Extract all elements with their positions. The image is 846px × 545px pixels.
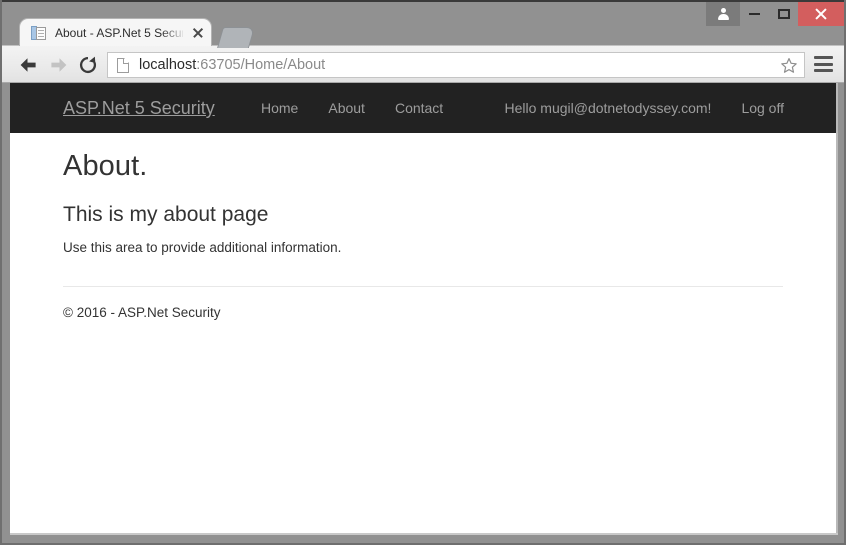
navbar-brand[interactable]: ASP.Net 5 Security (63, 83, 215, 133)
viewport-bottom-edge (10, 533, 838, 535)
bookmark-star-button[interactable] (780, 57, 798, 75)
profile-button[interactable] (706, 2, 740, 26)
new-tab-button[interactable] (216, 27, 256, 48)
close-window-button[interactable] (798, 2, 844, 26)
page-icon (117, 57, 129, 73)
nav-item-home[interactable]: Home (246, 83, 313, 133)
user-greeting-link[interactable]: Hello mugil@dotnetodyssey.com! (490, 83, 727, 133)
page-body-text: Use this area to provide additional info… (63, 240, 342, 255)
reload-button[interactable] (74, 51, 102, 79)
navbar-links: Home About Contact (246, 83, 458, 133)
back-arrow-icon (20, 58, 36, 72)
forward-arrow-icon (51, 58, 67, 72)
nav-item-about[interactable]: About (313, 83, 380, 133)
page-content: About. This is my about page Use this ar… (10, 133, 836, 320)
back-button[interactable] (14, 51, 42, 79)
url-path: :63705/Home/About (196, 57, 326, 73)
minimize-icon (749, 13, 760, 15)
tab-title: About - ASP.Net 5 Securit (55, 25, 183, 40)
minimize-button[interactable] (740, 2, 769, 26)
window-controls (706, 2, 844, 26)
nav-item-contact[interactable]: Contact (380, 83, 458, 133)
viewport-right-edge (836, 83, 838, 533)
address-bar[interactable]: localhost:63705/Home/About (107, 52, 805, 78)
maximize-icon (777, 9, 790, 19)
url-host: localhost (139, 57, 197, 73)
maximize-button[interactable] (769, 2, 798, 26)
reload-icon (79, 56, 96, 73)
tab-close-icon[interactable] (191, 26, 205, 40)
site-navbar: ASP.Net 5 Security Home About Contact He… (10, 83, 836, 133)
page-title: About. (63, 150, 148, 182)
footer-copyright: © 2016 - ASP.Net Security (63, 305, 221, 320)
browser-toolbar: localhost:63705/Home/About (2, 45, 844, 83)
url-text: localhost:63705/Home/About (139, 57, 325, 73)
browser-window: About - ASP.Net 5 Securit localhost:6370… (0, 0, 846, 545)
page-viewport: ASP.Net 5 Security Home About Contact He… (10, 83, 836, 533)
person-icon (717, 8, 729, 20)
page-icon (31, 25, 47, 41)
star-icon (781, 58, 797, 73)
page-subtitle: This is my about page (63, 203, 269, 226)
hamburger-menu-icon (814, 56, 833, 59)
log-off-link[interactable]: Log off (726, 83, 799, 133)
forward-button[interactable] (45, 51, 73, 79)
browser-tab[interactable]: About - ASP.Net 5 Securit (19, 18, 212, 46)
browser-menu-button[interactable] (814, 56, 833, 72)
navbar-user-menu: Hello mugil@dotnetodyssey.com! Log off (490, 83, 800, 133)
close-icon (814, 7, 828, 21)
